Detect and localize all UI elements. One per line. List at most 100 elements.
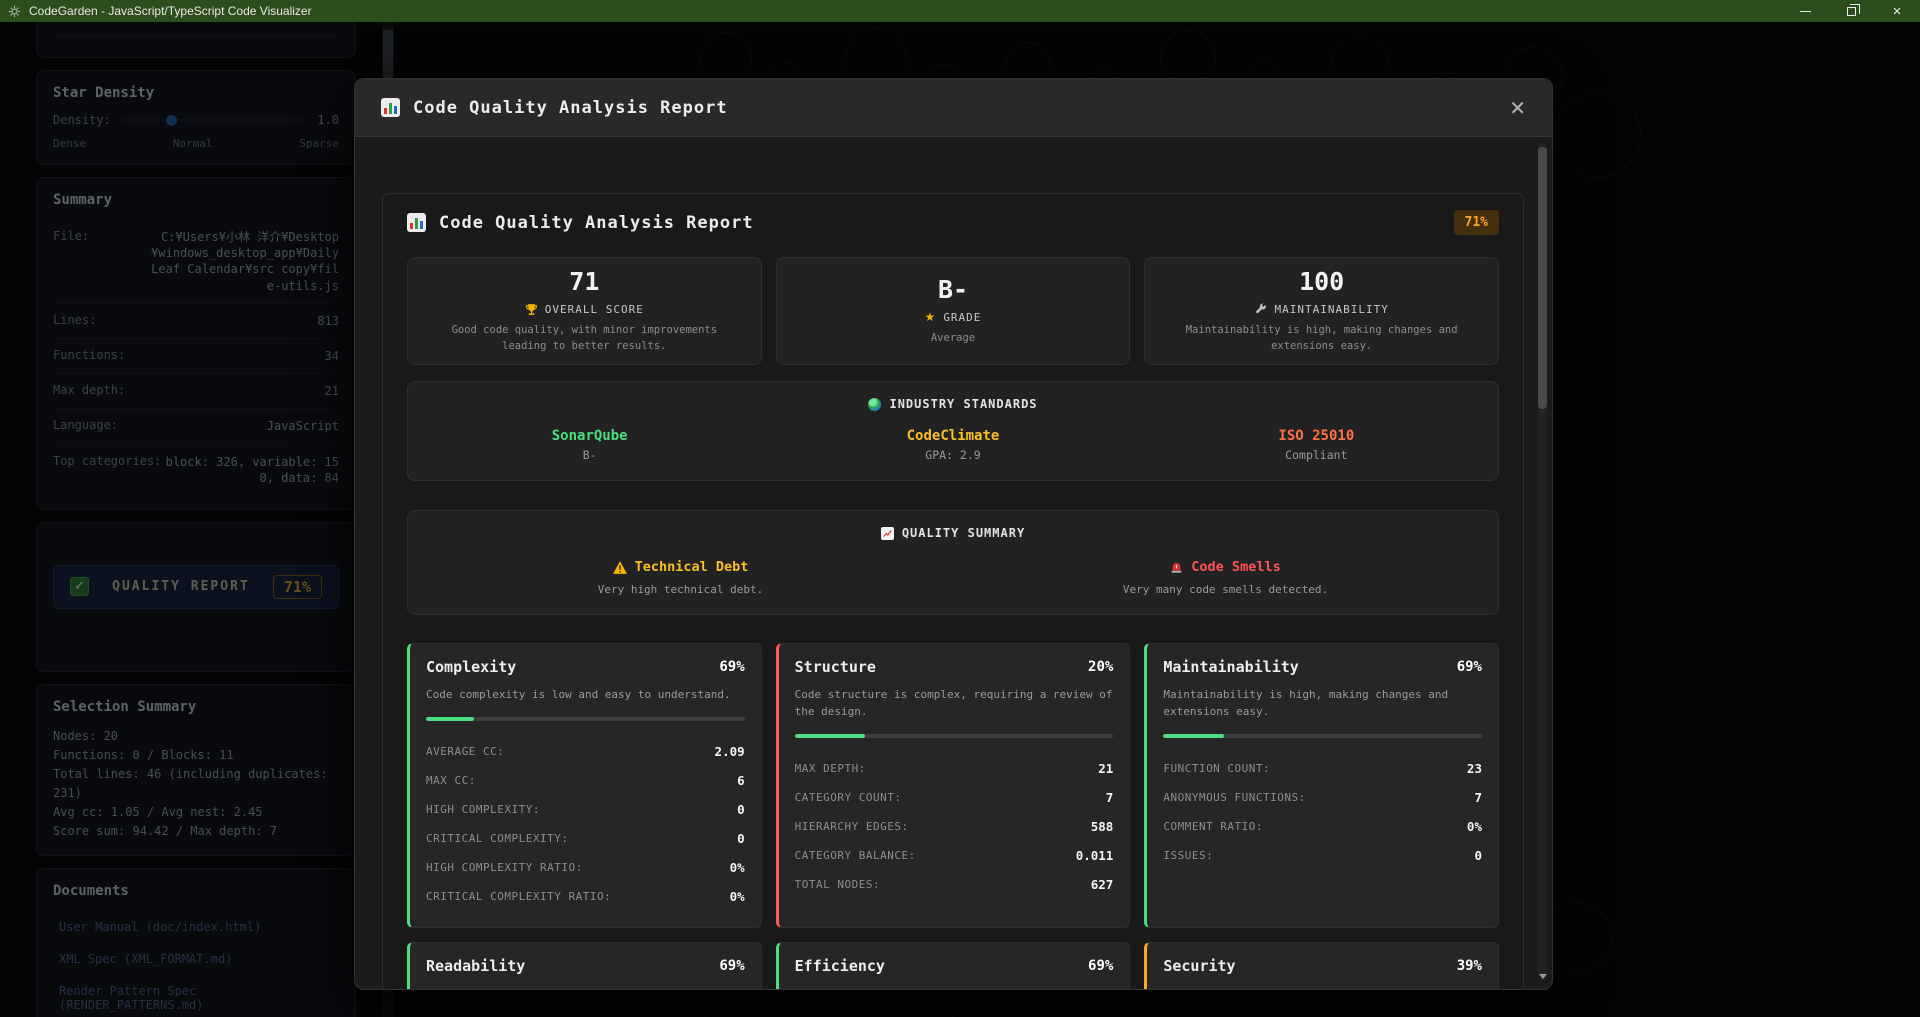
metric-stat-label: ISSUES: xyxy=(1163,849,1213,862)
metric-stat-value: 23 xyxy=(1467,761,1482,776)
metric-stat-value: 0% xyxy=(1467,819,1482,834)
metric-card-description: Code readability is high, with easy-to-u… xyxy=(426,985,745,989)
metric-card-description: Security risk is moderate, with some mea… xyxy=(1163,985,1482,989)
metric-card-title: Efficiency xyxy=(795,957,885,975)
siren-icon xyxy=(1170,561,1183,574)
metric-stat-row: AVERAGE CC: 2.09 xyxy=(426,737,745,766)
metric-stat-value: 7 xyxy=(1106,790,1114,805)
metric-card-stats: FUNCTION COUNT:23ANONYMOUS FUNCTIONS:7CO… xyxy=(1163,754,1482,870)
metric-stat-label: HIGH COMPLEXITY: xyxy=(426,803,540,816)
metric-card-percent: 69% xyxy=(719,958,744,974)
metric-stat-value: 0% xyxy=(730,860,745,875)
close-window-button[interactable]: × xyxy=(1874,0,1920,22)
metric-stat-row: ANONYMOUS FUNCTIONS:7 xyxy=(1163,783,1482,812)
standard-value: B- xyxy=(408,448,771,462)
metric-card-description: Code complexity is low and easy to under… xyxy=(426,686,745,703)
score-card-label: MAINTAINABILITY xyxy=(1254,303,1388,316)
modal-scrollbar[interactable] xyxy=(1538,143,1547,981)
quality-summary-item-text: Code Smells xyxy=(1191,559,1280,575)
metric-progress-fill xyxy=(426,717,474,721)
score-card-description: Average xyxy=(931,331,975,347)
restore-icon xyxy=(1847,7,1856,16)
metric-stat-label: HIERARCHY EDGES: xyxy=(795,820,909,833)
quality-summary-item-description: Very high technical debt. xyxy=(408,583,953,596)
quality-report-modal: Code Quality Analysis Report ✕ Code Qual… xyxy=(354,78,1553,990)
metric-stat-value: 0 xyxy=(1474,848,1482,863)
metric-stat-row: TOTAL NODES:627 xyxy=(795,870,1114,899)
app-canvas: Star Density Density: 1.0 DenseNormalSpa… xyxy=(0,22,1920,1017)
metric-card-stats: AVERAGE CC: 2.09 MAX CC:6 HIGH COMPLEXITY: 0… xyxy=(426,737,745,911)
score-card-label-text: OVERALL SCORE xyxy=(545,303,644,316)
metric-stat-row: CRITICAL COMPLEXITY RATIO: 0% xyxy=(426,882,745,911)
metric-stat-label: CRITICAL COMPLEXITY RATIO: xyxy=(426,890,611,903)
metric-stat-label: FUNCTION COUNT: xyxy=(1163,762,1270,775)
standard-value: Compliant xyxy=(1135,448,1498,462)
quality-summary-item-text: Technical Debt xyxy=(635,559,749,575)
report-title: Code Quality Analysis Report xyxy=(439,213,754,233)
industry-standard-item: ISO 25010Compliant xyxy=(1135,428,1498,462)
metric-card-header: Readability 69% xyxy=(426,957,745,975)
metric-stat-label: CRITICAL COMPLEXITY: xyxy=(426,832,568,845)
score-card-label-text: MAINTAINABILITY xyxy=(1274,303,1388,316)
score-card: 71OVERALL SCOREGood code quality, with m… xyxy=(407,257,762,365)
metric-card-stats: MAX DEPTH: 21 CATEGORY COUNT: 7 HIERARCHY ED… xyxy=(795,754,1114,899)
metric-card-header: Maintainability69% xyxy=(1163,658,1482,676)
modal-close-button[interactable]: ✕ xyxy=(1509,98,1526,118)
metric-stat-value: 0.011 xyxy=(1076,848,1114,863)
modal-body: Code Quality Analysis Report 71% 71OVERA… xyxy=(355,137,1552,989)
warning-icon xyxy=(613,561,627,574)
quality-summary-item-description: Very many code smells detected. xyxy=(953,583,1498,596)
modal-scrollbar-thumb[interactable] xyxy=(1538,147,1547,409)
metric-stat-value: 0% xyxy=(730,889,745,904)
quality-summary-title: QUALITY SUMMARY xyxy=(902,526,1025,540)
industry-standard-item: SonarQube B- xyxy=(408,428,771,462)
modal-header: Code Quality Analysis Report ✕ xyxy=(355,79,1552,137)
metric-card-percent: 69% xyxy=(719,659,744,675)
globe-icon xyxy=(868,398,881,411)
metric-card-header: Security39% xyxy=(1163,957,1482,975)
standard-name: CodeClimate xyxy=(771,428,1134,444)
metric-stat-label: TOTAL NODES: xyxy=(795,878,880,891)
standard-name: SonarQube xyxy=(408,428,771,444)
metric-card: Structure20%Code structure is complex, r… xyxy=(776,643,1131,928)
metric-stat-row: HIERARCHY EDGES:588 xyxy=(795,812,1114,841)
metric-cards-grid: Complexity 69% Code complexity is low and … xyxy=(407,643,1499,989)
metric-card-percent: 69% xyxy=(1088,958,1113,974)
quality-summary-item: Code Smells Very many code smells detecte… xyxy=(953,559,1498,596)
metric-progress-track xyxy=(1163,734,1482,738)
metric-stat-value: 0 xyxy=(737,802,745,817)
metric-card-title: Complexity xyxy=(426,658,516,676)
metric-stat-row: MAX CC:6 xyxy=(426,766,745,795)
scroll-down-arrow-icon[interactable] xyxy=(1539,974,1547,979)
metric-stat-label: ANONYMOUS FUNCTIONS: xyxy=(1163,791,1305,804)
metric-stat-row: HIGH COMPLEXITY RATIO:0% xyxy=(426,853,745,882)
report-header: Code Quality Analysis Report 71% xyxy=(407,210,1499,235)
score-card-label: ★GRADE xyxy=(925,311,982,324)
metric-card: Complexity 69% Code complexity is low and … xyxy=(407,643,762,928)
metric-stat-value: 2.09 xyxy=(715,744,745,759)
standard-value: GPA: 2.9 xyxy=(771,448,1134,462)
close-window-icon: × xyxy=(1893,4,1902,19)
metric-card-title: Readability xyxy=(426,957,525,975)
score-card-description: Maintainability is high, making changes … xyxy=(1171,323,1472,355)
metric-stat-label: MAX DEPTH: xyxy=(795,762,866,775)
metric-stat-label: CATEGORY BALANCE: xyxy=(795,849,916,862)
restore-button[interactable] xyxy=(1828,0,1874,22)
metric-progress-track xyxy=(426,717,745,721)
metric-stat-label: AVERAGE CC: xyxy=(426,745,504,758)
score-card-label: OVERALL SCORE xyxy=(525,303,644,316)
modal-title: Code Quality Analysis Report xyxy=(413,98,728,118)
minimize-button[interactable] xyxy=(1782,0,1828,22)
metric-stat-row: FUNCTION COUNT: 23 xyxy=(1163,754,1482,783)
metric-card: Security39% Security risk is moderate, wi… xyxy=(1144,942,1499,989)
metric-card-title: Maintainability xyxy=(1163,658,1298,676)
metric-stat-label: CATEGORY COUNT: xyxy=(795,791,902,804)
metric-progress-track xyxy=(795,734,1114,738)
wrench-icon xyxy=(1254,303,1267,316)
metric-stat-row: CRITICAL COMPLEXITY:0 xyxy=(426,824,745,853)
metric-card-description: Maintainability is high, making changes … xyxy=(1163,686,1482,720)
score-card: B-★GRADEAverage xyxy=(776,257,1131,365)
metric-stat-value: 21 xyxy=(1098,761,1113,776)
minimize-icon xyxy=(1800,11,1811,12)
metric-card-percent: 20% xyxy=(1088,659,1113,675)
